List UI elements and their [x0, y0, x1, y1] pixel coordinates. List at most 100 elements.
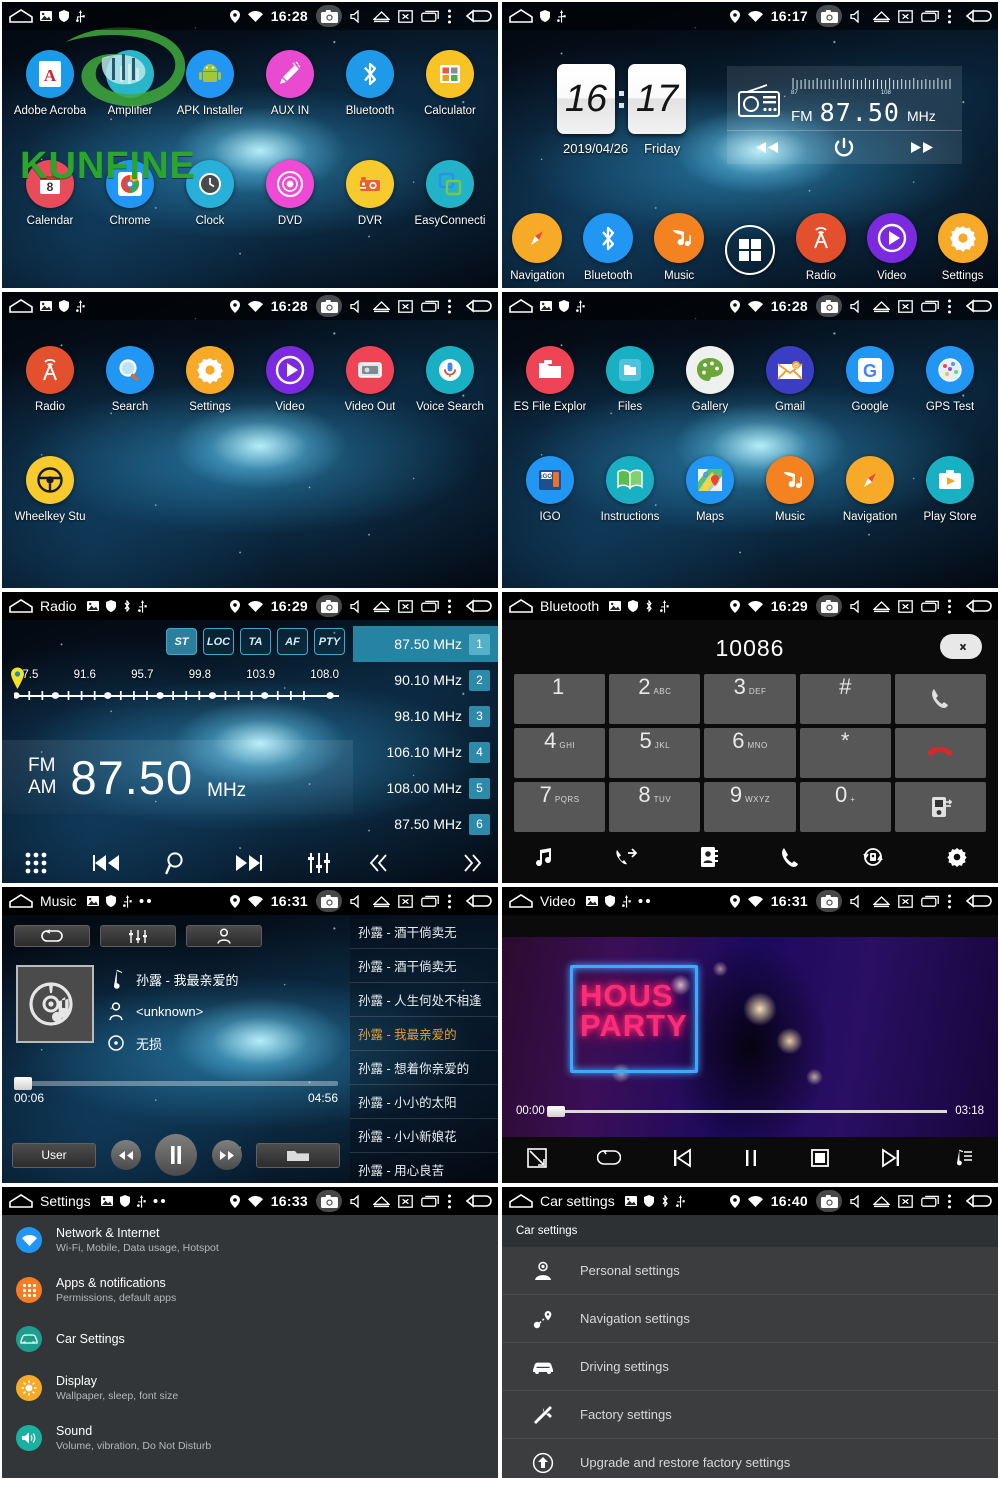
- back-icon[interactable]: [466, 894, 492, 908]
- camera-icon[interactable]: [316, 890, 342, 912]
- radio-toggle-st[interactable]: ST: [166, 628, 197, 655]
- camera-icon[interactable]: [816, 1190, 842, 1212]
- radio-band-am[interactable]: AM: [28, 777, 57, 799]
- key-6[interactable]: 6 MNO: [704, 728, 796, 778]
- eject-icon[interactable]: [873, 895, 890, 908]
- back-icon[interactable]: [466, 599, 492, 613]
- clock-widget[interactable]: 16 17 2019/04/26 Friday: [557, 64, 686, 156]
- overflow-menu-icon[interactable]: [447, 599, 452, 614]
- recents-icon[interactable]: [421, 895, 439, 907]
- back-icon[interactable]: [966, 1194, 992, 1208]
- close-window-icon[interactable]: [398, 599, 413, 613]
- mute-icon[interactable]: [350, 299, 365, 313]
- home-icon[interactable]: [508, 893, 534, 909]
- recents-icon[interactable]: [421, 300, 439, 312]
- radio-toggle-ta[interactable]: TA: [240, 628, 271, 655]
- overflow-menu-icon[interactable]: [447, 1194, 452, 1209]
- recents-icon[interactable]: [921, 300, 939, 312]
- call-log-icon[interactable]: [614, 846, 638, 868]
- camera-icon[interactable]: [316, 5, 342, 27]
- radio-frequency-scale[interactable]: 87.5 91.6 95.7 99.8 103.9 108.0: [11, 667, 341, 709]
- hangup-button[interactable]: [894, 728, 986, 778]
- fullscreen-icon[interactable]: [527, 1148, 547, 1168]
- mute-icon[interactable]: [350, 1194, 365, 1208]
- eject-icon[interactable]: [373, 300, 390, 313]
- preset-item[interactable]: 87.50 MHz 1: [353, 626, 498, 662]
- recents-icon[interactable]: [421, 10, 439, 22]
- settings-item-car[interactable]: Car Settings: [2, 1315, 498, 1363]
- eject-icon[interactable]: [873, 300, 890, 313]
- double-chevron-left-icon[interactable]: [367, 852, 389, 874]
- video-seekbar[interactable]: 00:00 03:18: [502, 1103, 998, 1119]
- app-dvr[interactable]: DVR: [330, 160, 410, 270]
- radio-band-fm[interactable]: FM: [28, 755, 57, 777]
- backspace-icon[interactable]: [940, 634, 982, 659]
- app-gmail[interactable]: @ Gmail: [750, 346, 830, 456]
- key-8[interactable]: 8 TUV: [609, 782, 701, 832]
- radio-toggle-loc[interactable]: LOC: [203, 628, 234, 655]
- key-hash[interactable]: #: [799, 674, 891, 724]
- app-apk-installer[interactable]: APK Installer: [170, 50, 250, 160]
- key-5[interactable]: 5 JKL: [609, 728, 701, 778]
- playlist-item[interactable]: 孙露 - 酒干倘卖无: [350, 915, 498, 949]
- home-icon[interactable]: [8, 298, 34, 314]
- key-3[interactable]: 3 DEF: [704, 674, 796, 724]
- pause-icon[interactable]: [742, 1148, 760, 1168]
- preset-item[interactable]: 106.10 MHz 4: [353, 734, 498, 770]
- camera-icon[interactable]: [316, 295, 342, 317]
- app-aux-in[interactable]: AUX IN: [250, 50, 330, 160]
- dock-radio[interactable]: Radio: [785, 213, 856, 282]
- app-video-out[interactable]: Video Out: [330, 346, 410, 456]
- settings-item-sound[interactable]: Sound Volume, vibration, Do Not Disturb: [2, 1413, 498, 1463]
- app-calculator[interactable]: Calculator: [410, 50, 490, 160]
- camera-icon[interactable]: [316, 595, 342, 617]
- key-9[interactable]: 9 WXYZ: [704, 782, 796, 832]
- camera-icon[interactable]: [816, 595, 842, 617]
- app-clock[interactable]: Clock: [170, 160, 250, 270]
- settings-item-display[interactable]: Display Wallpaper, sleep, font size: [2, 1363, 498, 1413]
- double-chevron-right-icon[interactable]: [462, 852, 484, 874]
- radio-toggle-af[interactable]: AF: [277, 628, 308, 655]
- dock-bluetooth[interactable]: Bluetooth: [573, 213, 644, 282]
- search-icon[interactable]: [165, 851, 189, 875]
- app-radio[interactable]: Radio: [10, 346, 90, 456]
- overflow-menu-icon[interactable]: [947, 299, 952, 314]
- bt-music-icon[interactable]: [532, 846, 554, 868]
- overflow-menu-icon[interactable]: [947, 894, 952, 909]
- preset-item[interactable]: 90.10 MHz 2: [353, 662, 498, 698]
- music-seekbar[interactable]: 00:06 04:56: [14, 1077, 338, 1105]
- eject-icon[interactable]: [873, 1195, 890, 1208]
- home-icon[interactable]: [8, 1193, 34, 1209]
- playlist-icon[interactable]: [951, 1148, 973, 1168]
- mute-icon[interactable]: [350, 894, 365, 908]
- app-video[interactable]: Video: [250, 346, 330, 456]
- back-icon[interactable]: [466, 9, 492, 23]
- recents-icon[interactable]: [921, 895, 939, 907]
- overflow-menu-icon[interactable]: [447, 299, 452, 314]
- overflow-menu-icon[interactable]: [947, 9, 952, 24]
- key-7[interactable]: 7 PQRS: [514, 782, 606, 832]
- close-window-icon[interactable]: [398, 299, 413, 313]
- mute-icon[interactable]: [850, 299, 865, 313]
- home-icon[interactable]: [8, 893, 34, 909]
- back-icon[interactable]: [466, 299, 492, 313]
- pause-icon[interactable]: [155, 1134, 197, 1176]
- eject-icon[interactable]: [873, 10, 890, 23]
- recents-icon[interactable]: [921, 1195, 939, 1207]
- settings-item-network[interactable]: Network & Internet Wi-Fi, Mobile, Data u…: [2, 1215, 498, 1265]
- app-instructions[interactable]: Instructions: [590, 456, 670, 566]
- dock-video[interactable]: Video: [856, 213, 927, 282]
- app-es-file-explorer[interactable]: ES File Explor: [510, 346, 590, 456]
- app-music[interactable]: Music: [750, 456, 830, 566]
- app-dvd[interactable]: DVD: [250, 160, 330, 270]
- video-surface[interactable]: HOUS PARTY 00:00 03:18: [502, 937, 998, 1137]
- artist-button[interactable]: [186, 925, 262, 947]
- back-icon[interactable]: [966, 894, 992, 908]
- next-icon[interactable]: [233, 853, 263, 873]
- overflow-menu-icon[interactable]: [447, 894, 452, 909]
- app-amplifier[interactable]: Amplifier: [90, 50, 170, 160]
- close-window-icon[interactable]: [898, 9, 913, 23]
- car-settings-item-navigation[interactable]: Navigation settings: [502, 1295, 998, 1343]
- video-seek-handle[interactable]: [546, 1105, 565, 1117]
- camera-icon[interactable]: [816, 5, 842, 27]
